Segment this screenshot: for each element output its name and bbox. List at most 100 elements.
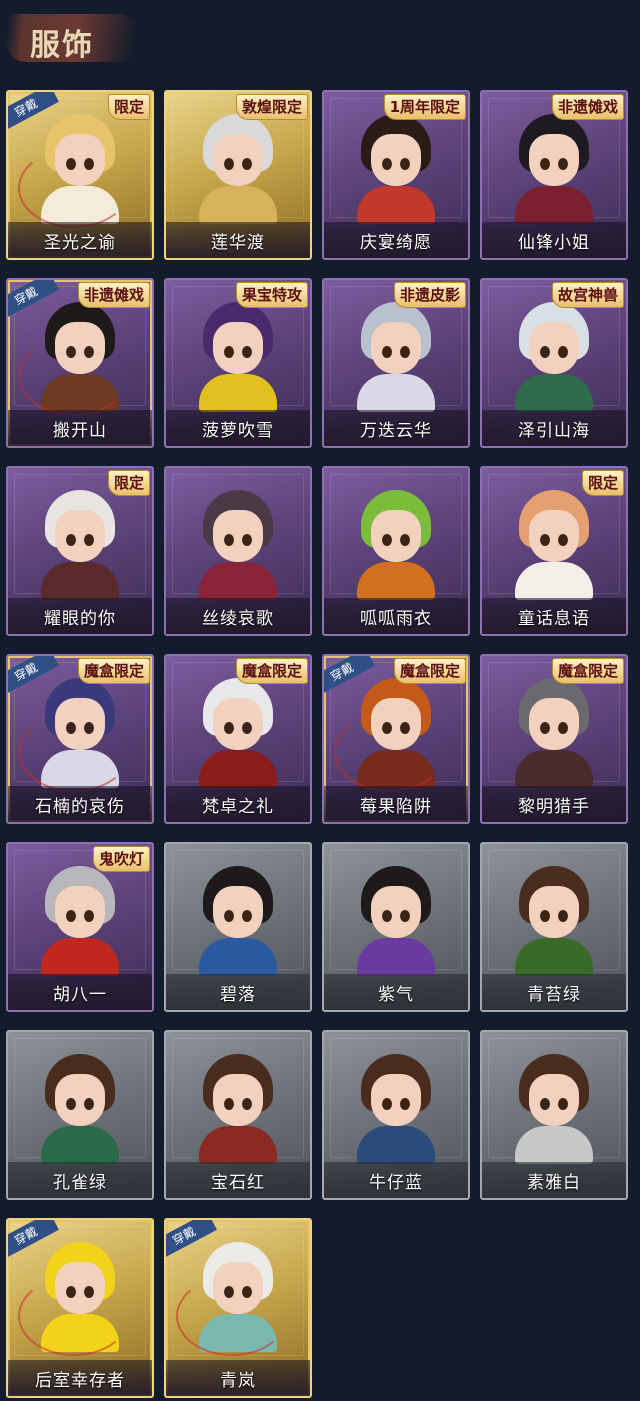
costume-card[interactable]: 魔盒限定 梵卓之礼 [164,654,312,824]
costume-name: 素雅白 [527,1172,581,1193]
character-portrait [353,866,439,976]
costume-card[interactable]: 非遗傩戏仙锋小姐 [480,90,628,260]
equipped-ring-decoration [18,336,130,416]
costume-card[interactable]: 穿戴 魔盒限定 莓果陷阱 [322,654,470,824]
limited-tag: 非遗傩戏 [77,282,150,308]
character-portrait [195,114,281,224]
costume-name: 孔雀绿 [53,1172,107,1193]
limited-tag: 故宫神兽 [551,282,624,308]
character-portrait [511,490,597,600]
card-name-bar: 万迭云华 [324,410,468,446]
costume-card[interactable]: 限定童话息语 [480,466,628,636]
costume-name: 胡八一 [53,984,107,1005]
character-portrait [195,302,281,412]
character-portrait [353,1054,439,1164]
costume-card[interactable]: 魔盒限定 黎明猎手 [480,654,628,824]
limited-tag: 限定 [581,470,624,496]
character-portrait [353,490,439,600]
card-name-bar: 莓果陷阱 [324,786,468,822]
character-portrait [195,1054,281,1164]
costume-name: 牛仔蓝 [369,1172,423,1193]
character-portrait [511,302,597,412]
limited-tag: 非遗皮影 [393,282,466,308]
costume-name: 耀眼的你 [44,608,116,629]
equipped-ring-decoration [18,1276,130,1356]
character-portrait [195,866,281,976]
costume-name: 泽引山海 [518,420,590,441]
costume-name: 紫气 [378,984,414,1005]
costume-card[interactable]: 鬼吹灯 胡八一 [6,842,154,1012]
limited-tag: 魔盒限定 [77,658,150,684]
costume-name: 梵卓之礼 [202,796,274,817]
card-name-bar: 青岚 [166,1360,310,1396]
equipped-ring-decoration [18,712,130,792]
costume-card[interactable]: 穿戴 青岚 [164,1218,312,1398]
costume-card[interactable]: 1周年限定庆宴绮愿 [322,90,470,260]
costume-name: 青岚 [220,1370,256,1391]
costume-name: 童话息语 [518,608,590,629]
costume-name: 搬开山 [53,420,107,441]
card-name-bar: 碧落 [166,974,310,1010]
costume-card[interactable]: 穿戴 非遗傩戏 搬开山 [6,278,154,448]
character-portrait [195,490,281,600]
costume-card[interactable]: 限定耀眼的你 [6,466,154,636]
costume-name: 菠萝吹雪 [202,420,274,441]
equipped-ring-decoration [18,148,130,228]
costume-card[interactable]: 碧落 [164,842,312,1012]
limited-tag: 限定 [107,470,150,496]
card-name-bar: 青苔绿 [482,974,626,1010]
equipped-ring-decoration [334,712,446,792]
costume-name: 宝石红 [211,1172,265,1193]
character-portrait [511,866,597,976]
costume-card[interactable]: 宝石红 [164,1030,312,1200]
page-title: 服饰 [30,28,94,63]
costume-card[interactable]: 呱呱雨衣 [322,466,470,636]
costume-card[interactable]: 紫气 [322,842,470,1012]
costume-card[interactable]: 敦煌限定 莲华渡 [164,90,312,260]
card-name-bar: 菠萝吹雪 [166,410,310,446]
limited-tag: 非遗傩戏 [551,94,624,120]
card-name-bar: 莲华渡 [166,222,310,258]
costume-card[interactable]: 素雅白 [480,1030,628,1200]
header: 服饰 [0,0,640,80]
costume-name: 后室幸存者 [35,1370,125,1391]
card-name-bar: 搬开山 [8,410,152,446]
card-name-bar: 素雅白 [482,1162,626,1198]
limited-tag: 果宝特攻 [235,282,308,308]
card-name-bar: 耀眼的你 [8,598,152,634]
card-name-bar: 黎明猎手 [482,786,626,822]
card-name-bar: 泽引山海 [482,410,626,446]
costume-name: 莲华渡 [211,232,265,253]
costume-name: 碧落 [220,984,256,1005]
card-name-bar: 宝石红 [166,1162,310,1198]
card-name-bar: 丝绫哀歌 [166,598,310,634]
character-portrait [37,490,123,600]
costume-card[interactable]: 穿戴 后室幸存者 [6,1218,154,1398]
card-name-bar: 后室幸存者 [8,1360,152,1396]
costume-card[interactable]: 故宫神兽泽引山海 [480,278,628,448]
costume-card[interactable]: 果宝特攻菠萝吹雪 [164,278,312,448]
limited-tag: 1周年限定 [383,94,466,120]
card-name-bar: 胡八一 [8,974,152,1010]
costume-card[interactable]: 牛仔蓝 [322,1030,470,1200]
costume-name: 庆宴绮愿 [360,232,432,253]
costume-card[interactable]: 丝绫哀歌 [164,466,312,636]
costume-name: 石楠的哀伤 [35,796,125,817]
costume-name: 圣光之谕 [44,232,116,253]
costume-card[interactable]: 穿戴 限定 圣光之谕 [6,90,154,260]
character-portrait [353,302,439,412]
card-name-bar: 牛仔蓝 [324,1162,468,1198]
card-name-bar: 孔雀绿 [8,1162,152,1198]
character-portrait [511,114,597,224]
character-portrait [511,678,597,788]
costume-card[interactable]: 青苔绿 [480,842,628,1012]
costume-card[interactable]: 孔雀绿 [6,1030,154,1200]
card-name-bar: 石楠的哀伤 [8,786,152,822]
costume-card[interactable]: 非遗皮影万迭云华 [322,278,470,448]
costume-card[interactable]: 穿戴 魔盒限定 石楠的哀伤 [6,654,154,824]
equipped-ring-decoration [176,1276,288,1356]
character-portrait [37,866,123,976]
card-name-bar: 紫气 [324,974,468,1010]
costume-name: 仙锋小姐 [518,232,590,253]
card-name-bar: 圣光之谕 [8,222,152,258]
